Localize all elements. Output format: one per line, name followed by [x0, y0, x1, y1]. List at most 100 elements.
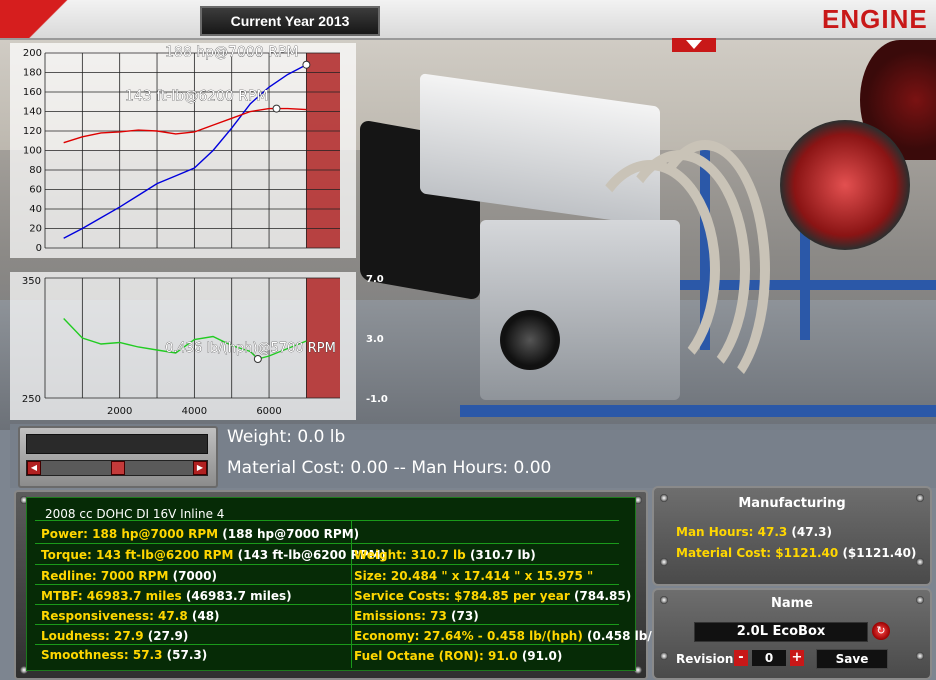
- part-selector[interactable]: ◀ ▶: [18, 426, 218, 488]
- y-tick-label: 120: [23, 126, 42, 137]
- stat-redline: Redline: 7000 RPM (7000): [41, 569, 217, 583]
- revision-label: Revision: [676, 652, 734, 666]
- stat-loudness: Loudness: 27.9 (27.9): [41, 629, 188, 643]
- stat-base: (188 hp@7000 RPM): [222, 527, 360, 541]
- stat-value: Smoothness: 57.3: [41, 648, 163, 662]
- revision-value: 0: [752, 650, 786, 666]
- stat-economy: Economy: 27.64% - 0.458 lb/(hph) (0.458 …: [354, 629, 683, 643]
- material-cost-summary: Material Cost: 0.00 -- Man Hours: 0.00: [227, 458, 552, 478]
- stat-weight: Weight: 310.7 lb (310.7 lb): [354, 548, 536, 562]
- material-cost: Material Cost: $1121.40 ($1121.40): [676, 546, 916, 560]
- series-line: [63, 107, 307, 144]
- y-tick-label: 200: [23, 48, 42, 59]
- man-hours-base: (47.3): [791, 525, 832, 539]
- stat-base: (310.7 lb): [469, 548, 536, 562]
- y2-tick-label: -1.0: [366, 394, 388, 405]
- slider-thumb[interactable]: [111, 461, 125, 475]
- top-bar: Current Year 2013 ENGINE D: [0, 0, 936, 40]
- grid-line: [35, 644, 619, 645]
- save-button[interactable]: Save: [816, 649, 888, 669]
- stat-base: (7000): [172, 569, 217, 583]
- revision-increment-button[interactable]: +: [790, 650, 804, 666]
- stat-base: (784.85): [573, 589, 632, 603]
- stat-base: (57.3): [166, 648, 208, 662]
- exhaust-header: [640, 140, 770, 400]
- part-selector-display: [26, 434, 208, 454]
- y-tick-label: 100: [23, 146, 42, 157]
- y-tick-label: 60: [29, 185, 42, 196]
- grid-line: [35, 604, 619, 605]
- grid-line: [35, 624, 619, 625]
- y2-tick-label: 3.0: [366, 334, 384, 345]
- part-selector-track[interactable]: ◀ ▶: [26, 460, 208, 476]
- bolt-icon: [660, 558, 668, 566]
- manufacturing-panel: Manufacturing Man Hours: 47.3 (47.3) Mat…: [652, 486, 932, 586]
- engine-description: 2008 cc DOHC DI 16V Inline 4: [45, 507, 225, 521]
- stat-emissions: Emissions: 73 (73): [354, 609, 479, 623]
- slider-right-arrow-icon[interactable]: ▶: [193, 461, 207, 475]
- weight-summary: Weight: 0.0 lb: [227, 427, 346, 447]
- screen-title: ENGINE D: [822, 4, 936, 34]
- y-tick-label: 180: [23, 68, 42, 79]
- y-tick-label: 0: [36, 243, 42, 254]
- stat-value: Torque: 143 ft-lb@6200 RPM: [41, 548, 234, 562]
- peak-annotation: 143 ft-lb@6200 RPM: [125, 89, 269, 105]
- fuel-chart-outer-axes: 7.0 3.0 -1.0: [366, 274, 388, 405]
- stat-value: Economy: 27.64% - 0.458 lb/(hph): [354, 629, 583, 643]
- power-torque-chart: 0 20 40 60 80 100 120 140 160 180 200 188 hp@7000 R…: [10, 43, 356, 258]
- material-cost-base: ($1121.40): [842, 546, 917, 560]
- dyno-rotor: [780, 120, 910, 250]
- manufacturing-title: Manufacturing: [738, 496, 846, 511]
- y-tick-label: 20: [29, 224, 42, 235]
- randomize-name-icon[interactable]: ↻: [872, 622, 890, 640]
- engine-stats-screen: 2008 cc DOHC DI 16V Inline 4 Power: 188 …: [26, 497, 683, 671]
- stat-value: MTBF: 46983.7 miles: [41, 589, 182, 603]
- stat-value: Service Costs: $784.85 per year: [354, 589, 570, 603]
- stat-value: Redline: 7000 RPM: [41, 569, 169, 583]
- grid-line: [35, 564, 619, 565]
- stat-torque: Torque: 143 ft-lb@6200 RPM (143 ft-lb@62…: [41, 548, 386, 562]
- stat-base: (48): [191, 609, 220, 623]
- stat-value: Weight: 310.7 lb: [354, 548, 466, 562]
- stat-service-costs: Service Costs: $784.85 per year (784.85): [354, 589, 631, 603]
- bolt-icon: [660, 652, 668, 660]
- slider-left-arrow-icon[interactable]: ◀: [27, 461, 41, 475]
- bolt-icon: [916, 558, 924, 566]
- material-cost-value: Material Cost: $1121.40: [676, 546, 839, 560]
- engine-model[interactable]: [340, 70, 770, 430]
- stat-value: Size: 20.484 " x 17.414 " x 15.975 ": [354, 569, 594, 583]
- brand-logo: [672, 38, 716, 52]
- y-tick-label: 140: [23, 107, 42, 118]
- current-year-label: Current Year 2013: [200, 6, 380, 36]
- stat-power: Power: 188 hp@7000 RPM (188 hp@7000 RPM): [41, 527, 359, 541]
- name-title: Name: [770, 596, 813, 611]
- grid-line: [35, 543, 619, 544]
- revision-decrement-button[interactable]: -: [734, 650, 748, 666]
- power-torque-chart-svg: 0 20 40 60 80 100 120 140 160 180 200 188 hp@7000 R…: [23, 44, 340, 254]
- y-tick-label: 80: [29, 165, 42, 176]
- stat-value: Loudness: 27.9: [41, 629, 144, 643]
- peak-marker: [302, 60, 311, 69]
- brand-stripe: [0, 0, 110, 38]
- name-panel: Name 2.0L EcoBox ↻ Revision - 0 + Save: [652, 588, 932, 680]
- stat-value: Emissions: 73: [354, 609, 447, 623]
- engine-name-input[interactable]: 2.0L EcoBox: [694, 622, 868, 642]
- stat-smoothness: Smoothness: 57.3 (57.3): [41, 648, 207, 662]
- stat-value: Fuel Octane (RON): 91.0: [354, 649, 518, 663]
- brand-logo-triangle: [686, 40, 702, 49]
- stat-fuel-octane: Fuel Octane (RON): 91.0 (91.0): [354, 649, 562, 663]
- stat-responsiveness: Responsiveness: 47.8 (48): [41, 609, 220, 623]
- stat-base: (91.0): [521, 649, 563, 663]
- y-tick-label: 160: [23, 87, 42, 98]
- stat-value: Responsiveness: 47.8: [41, 609, 188, 623]
- crank-pulley: [500, 310, 560, 370]
- stat-mtbf: MTBF: 46983.7 miles (46983.7 miles): [41, 589, 292, 603]
- peak-marker: [272, 104, 281, 113]
- y-tick-label: 40: [29, 204, 42, 215]
- stat-base: (46983.7 miles): [185, 589, 292, 603]
- bolt-icon: [916, 652, 924, 660]
- stat-size: Size: 20.484 " x 17.414 " x 15.975 ": [354, 569, 593, 583]
- peak-annotation: 188 hp@7000 RPM: [165, 45, 298, 61]
- stat-base: (27.9): [147, 629, 189, 643]
- y2-tick-label: 7.0: [366, 274, 384, 285]
